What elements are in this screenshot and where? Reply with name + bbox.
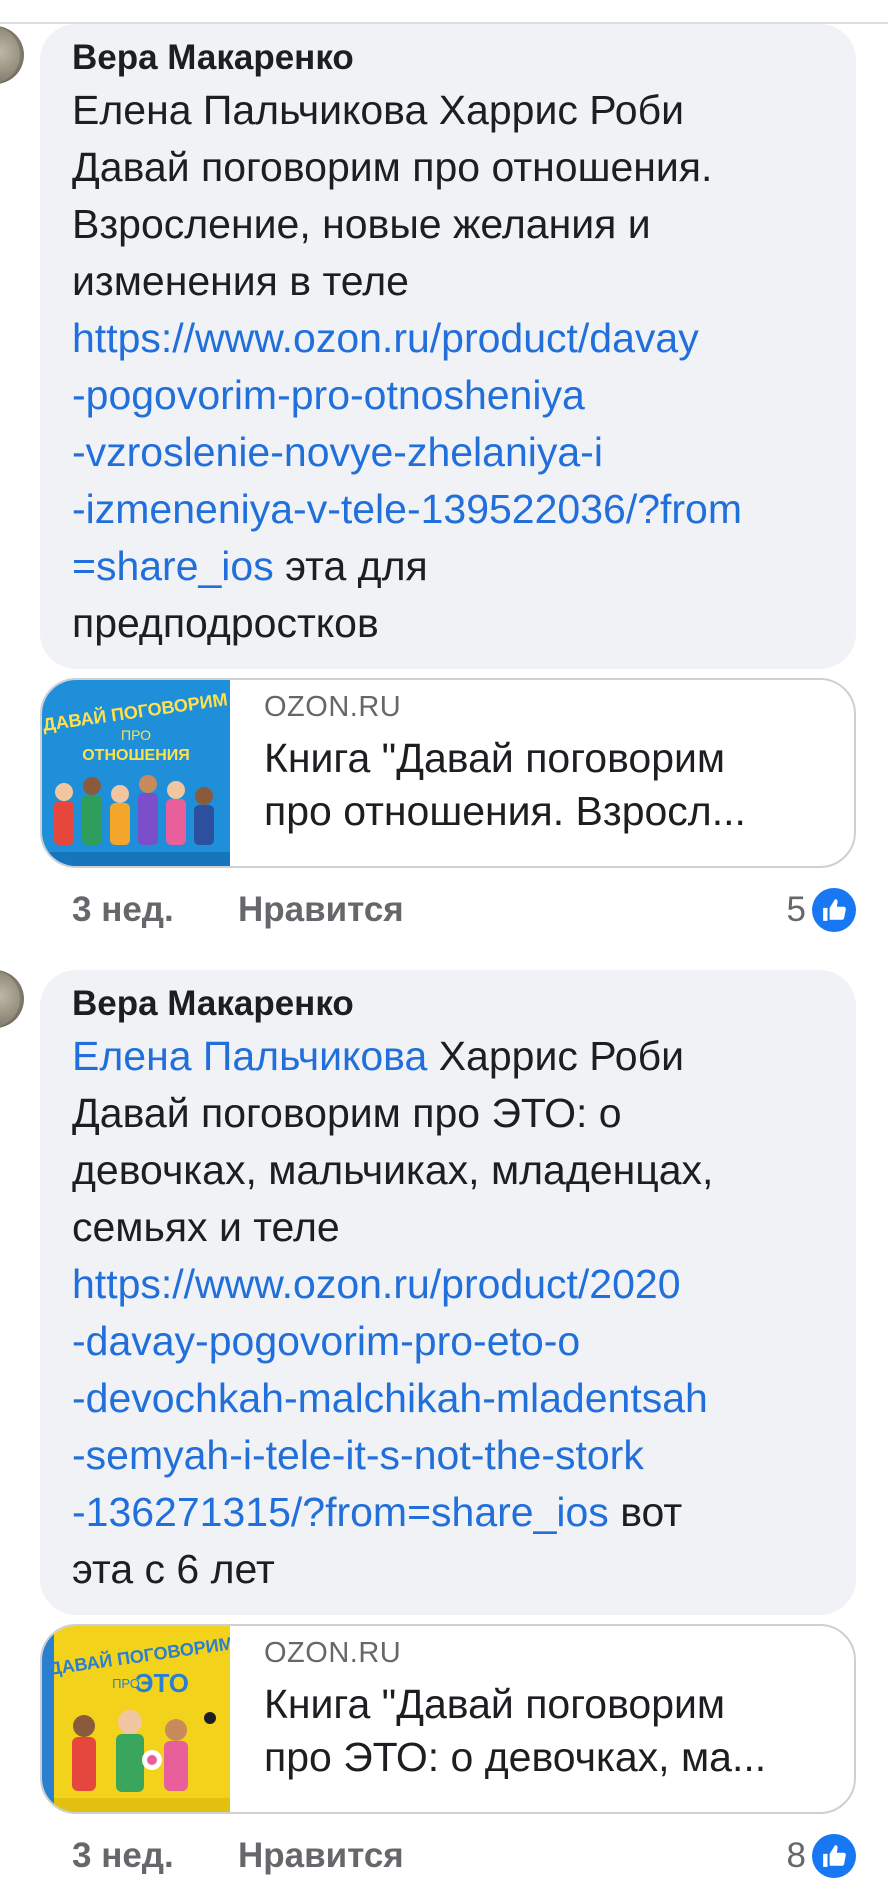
comment-link-line[interactable]: -vzroslenie-novye-zhelaniya-i [72,424,832,481]
mention-link[interactable]: Елена Пальчикова [72,1033,427,1079]
comment-text-line: Давай поговорим про отношения. [72,144,713,190]
reaction-count: 5 [786,890,806,929]
comment-bubble[interactable]: Вера Макаренко Елена Пальчикова Харрис Р… [40,24,856,669]
book-cover-art: ДАВАЙ ПОГОВОРИМ ПРО ОТНОШЕНИЯ [42,680,230,866]
comment-actions: 3 нед. Нравится 5 [72,886,856,934]
link-preview-text: OZON.RU Книга "Давай поговорим про ЭТО: … [264,1634,834,1784]
comment-actions: 3 нед. Нравится 8 [72,1832,856,1880]
link-preview-text: OZON.RU Книга "Давай поговорим про отнош… [264,688,834,838]
reaction-summary[interactable]: 8 [787,1832,856,1880]
link-preview-title: Книга "Давай поговорим про отношения. Вз… [264,732,834,838]
comment-text-line: Елена Пальчикова Харрис Роби [72,87,684,133]
avatar[interactable] [0,26,24,84]
comment-text: Елена Пальчикова Харрис Роби Давай погов… [72,1028,832,1598]
like-button[interactable]: Нравится [238,886,404,934]
comment-link-line[interactable]: -izmeneniya-v-tele-139522036/?from [72,481,832,538]
book-cover-image: ДАВАЙ ПОГОВОРИМ ПРО ЭТО [42,1626,230,1812]
link-preview-title: Книга "Давай поговорим про ЭТО: о девочк… [264,1678,834,1784]
cover-title-line: ЭТО [135,1668,189,1698]
comment-timestamp[interactable]: 3 нед. [72,886,174,934]
comment-author[interactable]: Вера Макаренко [72,980,832,1028]
comment-link-line[interactable]: -semyah-i-tele-it-s-not-the-stork [72,1427,832,1484]
link-preview-title-line: про ЭТО: о девочках, ма... [264,1734,767,1780]
comment-link-line[interactable]: =share_ios [72,543,274,589]
comment-text-line: семьях и теле [72,1204,340,1250]
like-icon [812,1834,856,1878]
reaction-summary[interactable]: 5 [787,886,856,934]
avatar[interactable] [0,970,24,1028]
book-cover-image: ДАВАЙ ПОГОВОРИМ ПРО ОТНОШЕНИЯ [42,680,230,866]
comment-text-tail: вот [608,1489,683,1535]
cover-title-line: ОТНОШЕНИЯ [82,747,190,764]
book-cover-art: ДАВАЙ ПОГОВОРИМ ПРО ЭТО [42,1626,230,1812]
link-preview-title-line: про отношения. Взросл... [264,788,746,834]
comment-link-line[interactable]: -devochkah-malchikah-mladentsah [72,1370,832,1427]
comment-text-tail: эта для [273,543,428,589]
link-preview-title-line: Книга "Давай поговорим [264,1681,726,1727]
comment-link-line[interactable]: -136271315/?from=share_ios [72,1489,609,1535]
comment-timestamp[interactable]: 3 нед. [72,1832,174,1880]
comment-text-line: Взросление, новые желания и [72,201,651,247]
like-icon [812,888,856,932]
link-preview-title-line: Книга "Давай поговорим [264,735,726,781]
link-preview-card[interactable]: ДАВАЙ ПОГОВОРИМ ПРО ЭТО OZON.RU Книга "Д… [40,1624,856,1814]
comment-text-line: девочках, мальчиках, младенцах, [72,1147,714,1193]
link-preview-domain: OZON.RU [264,1637,402,1669]
comment-text-line: изменения в теле [72,258,409,304]
link-preview-card[interactable]: ДАВАЙ ПОГОВОРИМ ПРО ОТНОШЕНИЯ OZON.RU Кн… [40,678,856,868]
cover-title-line: ПРО [121,727,151,743]
link-preview-domain: OZON.RU [264,691,402,723]
comment-text: Елена Пальчикова Харрис Роби Давай погов… [72,82,832,652]
comment-text-line: предподростков [72,600,379,646]
comment-bubble[interactable]: Вера Макаренко Елена Пальчикова Харрис Р… [40,970,856,1615]
reaction-count: 8 [786,1836,806,1875]
comment-link-line[interactable]: https://www.ozon.ru/product/2020 [72,1256,832,1313]
comment-text-line: Харрис Роби [427,1033,684,1079]
comment-link-line[interactable]: https://www.ozon.ru/product/davay [72,310,832,367]
comment-text-line: эта с 6 лет [72,1546,275,1592]
comment-link-line[interactable]: -pogovorim-pro-otnosheniya [72,367,832,424]
comment-text-line: Давай поговорим про ЭТО: о [72,1090,622,1136]
comment-link-line[interactable]: -davay-pogovorim-pro-eto-o [72,1313,832,1370]
like-button[interactable]: Нравится [238,1832,404,1880]
comment-author[interactable]: Вера Макаренко [72,34,832,82]
